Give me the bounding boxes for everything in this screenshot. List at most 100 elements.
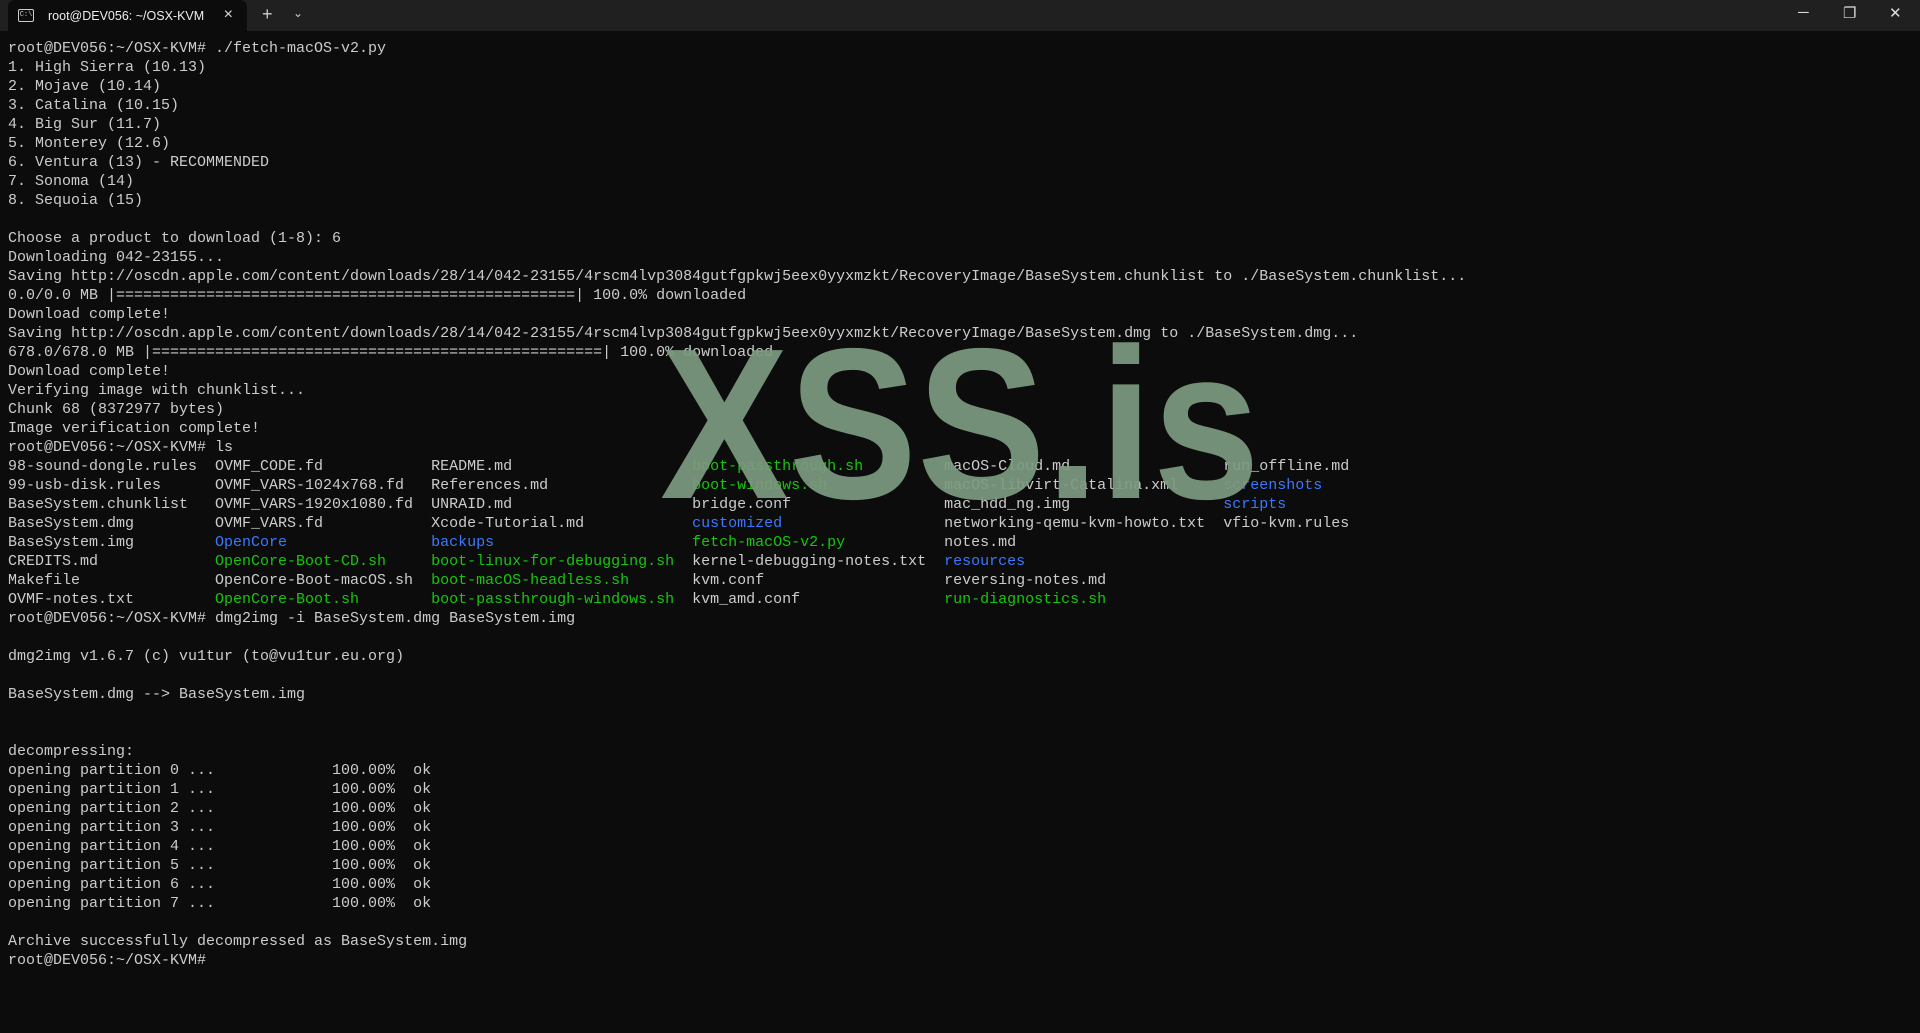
ls-entry: boot-macOS-headless.sh [431, 572, 630, 589]
ls-entry: BaseSystem.chunklist [8, 496, 189, 513]
ls-entry: CREDITS.md [8, 553, 99, 570]
terminal-line: 2. Mojave (10.14) [8, 78, 162, 95]
terminal-line: root@DEV056:~/OSX-KVM# ./fetch-macOS-v2.… [8, 40, 387, 57]
ls-entry: kvm_amd.conf [692, 591, 801, 608]
terminal-line: Downloading 042-23155... [8, 249, 225, 266]
ls-entry: OpenCore [215, 534, 288, 551]
terminal-line: Saving http://oscdn.apple.com/content/do… [8, 325, 1359, 342]
ls-row: BaseSystem.chunklist OVMF_VARS-1920x1080.… [8, 495, 1466, 514]
ls-entry: macOS-libvirt-Catalina.xml [944, 477, 1179, 494]
terminal-line: 0.0/0.0 MB |============================… [8, 287, 747, 304]
terminal-line: 8. Sequoia (15) [8, 192, 144, 209]
ls-entry: customized [692, 515, 783, 532]
ls-entry: OVMF-notes.txt [8, 591, 135, 608]
ls-row: Makefile OpenCore-Boot-macOS.sh boot-macOS… [8, 571, 1466, 590]
ls-entry: notes.md [944, 534, 1017, 551]
close-window-button[interactable]: ✕ [1889, 4, 1902, 22]
terminal-line: Download complete! [8, 306, 171, 323]
terminal-line: dmg2img v1.6.7 (c) vu1tur (to@vu1tur.eu.… [8, 648, 405, 665]
ls-entry: 98-sound-dongle.rules [8, 458, 198, 475]
ls-entry: networking-qemu-kvm-howto.txt [944, 515, 1206, 532]
ls-entry: OpenCore-Boot.sh [215, 591, 360, 608]
tab-terminal[interactable]: C:\ root@DEV056: ~/OSX-KVM × [8, 0, 247, 31]
ls-entry: kernel-debugging-notes.txt [692, 553, 927, 570]
terminal-line: 7. Sonoma (14) [8, 173, 135, 190]
terminal-line: opening partition 0 ... 100.00% ok [8, 762, 432, 779]
ls-entry: kvm.conf [692, 572, 765, 589]
ls-entry: OpenCore-Boot-CD.sh [215, 553, 387, 570]
terminal-line: 3. Catalina (10.15) [8, 97, 180, 114]
ls-row: 98-sound-dongle.rules OVMF_CODE.fd README.… [8, 457, 1466, 476]
ls-entry: boot-linux-for-debugging.sh [431, 553, 675, 570]
ls-entry: reversing-notes.md [944, 572, 1107, 589]
terminal-line: 678.0/678.0 MB |========================… [8, 344, 774, 361]
terminal-line: 6. Ventura (13) - RECOMMENDED [8, 154, 270, 171]
ls-entry: BaseSystem.dmg [8, 515, 135, 532]
terminal-icon: C:\ [18, 9, 34, 22]
ls-entry: screenshots [1223, 477, 1323, 494]
ls-entry: Makefile [8, 572, 81, 589]
terminal-line: BaseSystem.dmg --> BaseSystem.img [8, 686, 306, 703]
terminal-line: root@DEV056:~/OSX-KVM# ls [8, 439, 234, 456]
terminal-line: 4. Big Sur (11.7) [8, 116, 162, 133]
ls-entry: backups [431, 534, 495, 551]
terminal-line: opening partition 7 ... 100.00% ok [8, 895, 432, 912]
terminal-line: Download complete! [8, 363, 171, 380]
ls-entry: macOS-Cloud.md [944, 458, 1071, 475]
maximize-button[interactable]: ❐ [1843, 4, 1856, 22]
ls-row: BaseSystem.img OpenCore backups fetch-macOS… [8, 533, 1466, 552]
ls-entry: OpenCore-Boot-macOS.sh [215, 572, 414, 589]
ls-entry: boot-passthrough.sh [692, 458, 864, 475]
ls-row: OVMF-notes.txt OpenCore-Boot.sh boot-passt… [8, 590, 1466, 609]
ls-entry: resources [944, 553, 1026, 570]
terminal-line: opening partition 4 ... 100.00% ok [8, 838, 432, 855]
ls-entry: fetch-macOS-v2.py [692, 534, 846, 551]
ls-entry: OVMF_VARS-1024x768.fd [215, 477, 405, 494]
ls-entry: UNRAID.md [431, 496, 513, 513]
ls-entry: OVMF_VARS.fd [215, 515, 324, 532]
terminal-line: opening partition 2 ... 100.00% ok [8, 800, 432, 817]
terminal-line: root@DEV056:~/OSX-KVM# [8, 952, 216, 969]
terminal-line: 1. High Sierra (10.13) [8, 59, 207, 76]
ls-row: CREDITS.md OpenCore-Boot-CD.sh boot-linux-… [8, 552, 1466, 571]
ls-entry: Xcode-Tutorial.md [431, 515, 585, 532]
minimize-button[interactable]: ─ [1798, 4, 1809, 21]
ls-entry: References.md [431, 477, 549, 494]
terminal-line: Verifying image with chunklist... [8, 382, 306, 399]
title-bar: C:\ root@DEV056: ~/OSX-KVM × + ⌄ ─ ❐ ✕ [0, 0, 1920, 31]
terminal-line: opening partition 1 ... 100.00% ok [8, 781, 432, 798]
terminal-line: Archive successfully decompressed as Bas… [8, 933, 468, 950]
close-tab-icon[interactable]: × [224, 6, 233, 24]
ls-row: 99-usb-disk.rules OVMF_VARS-1024x768.fd Re… [8, 476, 1466, 495]
ls-entry: bridge.conf [692, 496, 792, 513]
ls-row: BaseSystem.dmg OVMF_VARS.fd Xcode-Tutorial… [8, 514, 1466, 533]
terminal-line: 5. Monterey (12.6) [8, 135, 171, 152]
ls-entry: scripts [1223, 496, 1287, 513]
terminal-line: decompressing: [8, 743, 135, 760]
terminal-line: opening partition 3 ... 100.00% ok [8, 819, 432, 836]
tab-title: root@DEV056: ~/OSX-KVM [48, 8, 205, 23]
terminal-line: opening partition 6 ... 100.00% ok [8, 876, 432, 893]
terminal-line: Chunk 68 (8372977 bytes) [8, 401, 225, 418]
terminal-output[interactable]: root@DEV056:~/OSX-KVM# ./fetch-macOS-v2.… [8, 39, 1466, 970]
terminal-line: Image verification complete! [8, 420, 261, 437]
ls-entry: OVMF_VARS-1920x1080.fd [215, 496, 414, 513]
terminal-line: Choose a product to download (1-8): 6 [8, 230, 342, 247]
new-tab-button[interactable]: + [262, 4, 273, 25]
terminal-line: root@DEV056:~/OSX-KVM# dmg2img -i BaseSy… [8, 610, 576, 627]
ls-entry: 99-usb-disk.rules [8, 477, 162, 494]
ls-entry: vfio-kvm.rules [1223, 515, 1350, 532]
chevron-down-icon[interactable]: ⌄ [293, 6, 303, 20]
ls-entry: run-diagnostics.sh [944, 591, 1107, 608]
ls-entry: boot-windows.sh [692, 477, 828, 494]
terminal-line: opening partition 5 ... 100.00% ok [8, 857, 432, 874]
ls-entry: boot-passthrough-windows.sh [431, 591, 675, 608]
ls-entry: BaseSystem.img [8, 534, 135, 551]
ls-entry: mac_hdd_ng.img [944, 496, 1071, 513]
